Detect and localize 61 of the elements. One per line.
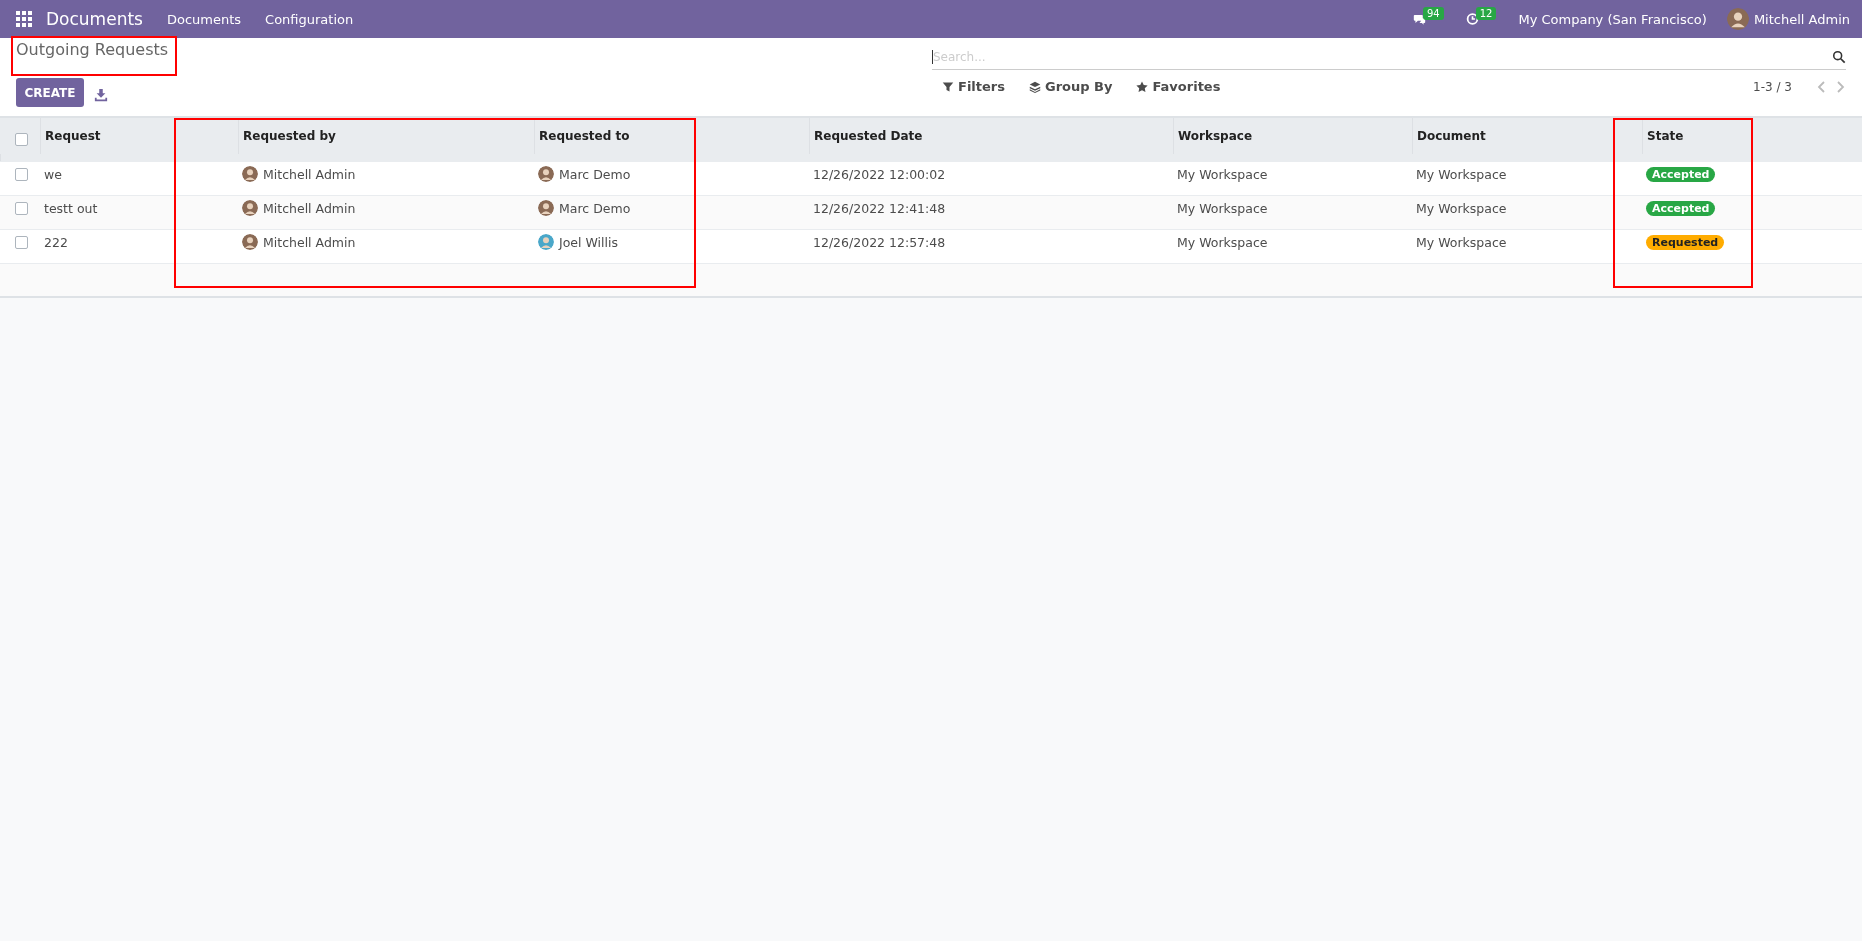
row-checkbox[interactable] [15, 201, 28, 215]
filter-menu-button[interactable]: Filters [932, 79, 1005, 94]
chevron-left-icon[interactable] [1816, 80, 1826, 93]
person-name: Mitchell Admin [263, 166, 356, 182]
state-badge: Requested [1646, 234, 1725, 250]
chevron-right-icon[interactable] [1836, 80, 1846, 93]
avatar-icon [242, 200, 258, 217]
column-header[interactable]: Requested Date [809, 118, 1173, 154]
column-header[interactable]: Request [40, 118, 238, 154]
create-button[interactable]: CREATE [16, 78, 84, 107]
person-name: Mitchell Admin [263, 200, 356, 216]
person-name: Mitchell Admin [263, 234, 356, 250]
row-checkbox[interactable] [15, 167, 28, 181]
table-cell-text: My Workspace [1176, 166, 1269, 182]
column-header[interactable]: Document [1412, 118, 1642, 154]
table-cell-text: 12/26/2022 12:57:48 [812, 234, 947, 250]
user-avatar-icon [1726, 8, 1749, 30]
state-badge: Accepted [1646, 166, 1716, 182]
column-header[interactable]: Requested by [238, 118, 534, 154]
clock-icon[interactable] [1465, 11, 1479, 27]
table-cell-text: we [43, 166, 63, 182]
filter-icon [942, 80, 954, 93]
table-cell-text: My Workspace [1415, 166, 1508, 182]
user-name[interactable]: Mitchell Admin [1753, 11, 1850, 27]
table-cell-text: testt out [43, 200, 99, 216]
search-icon [1832, 49, 1846, 64]
table-cell-text: 12/26/2022 12:41:48 [812, 200, 947, 216]
activity-count-badge: 12 [1475, 6, 1497, 20]
avatar-icon [242, 234, 258, 251]
filter-menu-button[interactable]: Favorites [1126, 79, 1221, 94]
filter-menu-button[interactable]: Group By [1019, 79, 1113, 94]
pager-value: 1-3 / 3 [1753, 79, 1792, 94]
layers-icon [1029, 80, 1041, 93]
select-all-checkbox[interactable] [15, 133, 28, 146]
company-name[interactable]: My Company (San Francisco) [1518, 11, 1707, 27]
row-checkbox[interactable] [15, 235, 28, 249]
app-name: Documents [46, 9, 143, 29]
person-name: Joel Willis [559, 234, 618, 250]
download-icon[interactable] [94, 88, 108, 102]
avatar-icon [538, 234, 554, 251]
message-count-badge: 94 [1422, 6, 1444, 20]
table-cell-text: My Workspace [1415, 200, 1508, 216]
apps-menu-icon[interactable] [16, 11, 32, 27]
star-icon [1136, 80, 1149, 93]
table-cell-text: My Workspace [1176, 200, 1269, 216]
avatar-icon [538, 166, 554, 183]
table-cell-text: 12/26/2022 12:00:02 [812, 166, 947, 182]
person-name: Marc Demo [559, 200, 631, 216]
menu-item[interactable]: Configuration [265, 11, 354, 27]
person-name: Marc Demo [559, 166, 631, 182]
column-header[interactable]: State [1642, 118, 1862, 154]
column-header[interactable]: Workspace [1173, 118, 1412, 154]
table-cell-text: 222 [43, 234, 69, 250]
table-cell-text: My Workspace [1415, 234, 1508, 250]
column-header[interactable]: Requested to [534, 118, 809, 154]
avatar-icon [538, 200, 554, 217]
state-badge: Accepted [1646, 200, 1716, 216]
page-title: Outgoing Requests [16, 38, 169, 60]
table-cell-text: My Workspace [1176, 234, 1269, 250]
avatar-icon [242, 166, 258, 183]
menu-item[interactable]: Documents [166, 11, 242, 27]
